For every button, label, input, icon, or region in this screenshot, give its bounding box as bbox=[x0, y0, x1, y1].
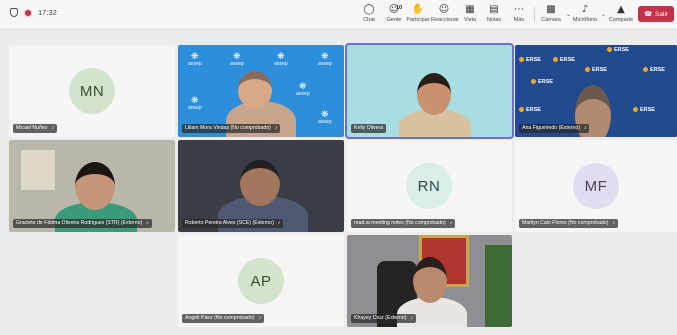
more-icon: ⋯ bbox=[514, 4, 524, 15]
participant-video-tile[interactable]: Khayey Cruz (Externo) ♪ bbox=[347, 235, 512, 327]
ansep-logo: ❋ ansep bbox=[188, 51, 202, 67]
people-icon: ☺ bbox=[388, 4, 400, 15]
participant-name: read.ai meeting notes (No comprobado) ♪ bbox=[351, 219, 456, 228]
avatar: AP bbox=[238, 258, 284, 304]
erse-logo: ERSE bbox=[607, 47, 629, 53]
erse-logo: ERSE bbox=[531, 79, 553, 85]
mic-off-icon: ♪ bbox=[146, 220, 149, 226]
notes-button[interactable]: ▤ Notas bbox=[481, 3, 507, 27]
raise-hand-button[interactable]: ✋ Participar bbox=[405, 3, 431, 27]
participant-tile[interactable]: RN read.ai meeting notes (No comprobado)… bbox=[347, 140, 512, 232]
participant-video-tile-active-speaker[interactable]: Kelly Olivera bbox=[345, 43, 514, 139]
participant-head bbox=[417, 73, 451, 115]
participant-video-tile[interactable]: ERSE ERSE ERSE ERSE ERSE ERSE ERSE ERSE … bbox=[515, 45, 677, 137]
erse-logo: ERSE bbox=[585, 67, 607, 73]
participant-name: Graciete de Fátima Oliveira Rodrigues (S… bbox=[13, 219, 152, 228]
people-count: 10 bbox=[396, 5, 403, 11]
meeting-status: 17:32 bbox=[10, 8, 57, 17]
meeting-timer: 17:32 bbox=[38, 8, 57, 17]
chat-button[interactable]: ◯ Chat bbox=[356, 3, 382, 27]
camera-button[interactable]: ▩ Cámara bbox=[538, 3, 564, 27]
ansep-logo: ❋ ansep bbox=[296, 81, 310, 97]
ansep-logo: ❋ ansep bbox=[188, 95, 202, 111]
mic-off-icon: ♪ bbox=[258, 315, 262, 321]
participant-name: Micael Nuñez ♪ bbox=[13, 124, 57, 133]
participant-video-tile[interactable]: Roberto Pereira Alves (SCE) (Externo) ♪ bbox=[178, 140, 344, 232]
participant-name: Angeli Páez (No comprobado) ♪ bbox=[182, 314, 264, 323]
share-icon: ▲ bbox=[617, 4, 625, 15]
participant-tile[interactable]: MN Micael Nuñez ♪ bbox=[9, 45, 175, 137]
participant-tile[interactable]: MF Marilyn Calo Flores (No comprobado) ♪ bbox=[515, 140, 677, 232]
participant-head bbox=[240, 160, 280, 206]
participant-head bbox=[75, 162, 115, 210]
toolbar-divider bbox=[534, 7, 535, 23]
mic-off-icon: ♪ bbox=[274, 125, 278, 131]
ansep-logo: ❋ ansep bbox=[318, 109, 332, 125]
avatar: MF bbox=[573, 163, 619, 209]
mic-off-icon: ♪ bbox=[583, 125, 587, 131]
notes-icon: ▤ bbox=[489, 4, 499, 15]
erse-logo: ERSE bbox=[643, 67, 665, 73]
erse-logo: ERSE bbox=[633, 107, 655, 113]
mic-off-icon: ♪ bbox=[51, 125, 54, 131]
view-button[interactable]: ▦ Vista bbox=[457, 3, 483, 27]
participant-name: Liliam Mora Vindas (No comprobado) ♪ bbox=[182, 124, 281, 133]
chat-icon: ◯ bbox=[363, 4, 375, 15]
ansep-logo: ❋ ansep bbox=[318, 51, 332, 67]
window-background bbox=[21, 150, 55, 190]
erse-logo: ERSE bbox=[553, 57, 575, 63]
teams-meeting-window: 17:32 ◯ Chat ☺ 10 Gente ✋ Participar ☺ R… bbox=[0, 0, 677, 335]
raise-hand-icon: ✋ bbox=[411, 4, 425, 15]
mic-off-icon: ♪ bbox=[612, 220, 616, 226]
participant-head bbox=[413, 257, 447, 303]
ansep-logo: ❋ ansep bbox=[274, 51, 288, 67]
camera-icon: ▩ bbox=[546, 4, 556, 15]
avatar: RN bbox=[406, 163, 452, 209]
record-icon bbox=[24, 8, 32, 17]
view-icon: ▦ bbox=[465, 4, 475, 15]
more-button[interactable]: ⋯ Más bbox=[506, 3, 532, 27]
chevron-down-icon[interactable]: ⌄ bbox=[601, 11, 606, 18]
mic-icon: ♪ bbox=[581, 4, 589, 15]
people-button[interactable]: ☺ 10 Gente bbox=[381, 3, 407, 27]
react-icon: ☺ bbox=[438, 4, 450, 15]
mic-button[interactable]: ♪ Micrófono bbox=[572, 3, 598, 27]
leave-button[interactable]: ☎ Salir bbox=[638, 6, 674, 22]
participant-name: Roberto Pereira Alves (SCE) (Externo) ♪ bbox=[182, 219, 284, 228]
plant-background bbox=[485, 245, 512, 327]
participant-name: Marilyn Calo Flores (No comprobado) ♪ bbox=[519, 219, 618, 228]
participant-head bbox=[238, 71, 272, 109]
shield-icon bbox=[10, 8, 18, 17]
meeting-toolbar: 17:32 ◯ Chat ☺ 10 Gente ✋ Participar ☺ R… bbox=[0, 0, 677, 30]
phone-icon: ☎ bbox=[643, 11, 653, 18]
chevron-down-icon[interactable]: ⌄ bbox=[566, 11, 571, 18]
participant-name: Khayey Cruz (Externo) ♪ bbox=[351, 314, 416, 323]
erse-logo: ERSE bbox=[519, 57, 541, 63]
participant-name: Ana Figueiredo (Externo) ♪ bbox=[519, 124, 590, 133]
mic-off-icon: ♪ bbox=[449, 220, 453, 226]
avatar: MN bbox=[69, 68, 115, 114]
participant-tile[interactable]: AP Angeli Páez (No comprobado) ♪ bbox=[178, 235, 344, 327]
ansep-logo: ❋ ansep bbox=[230, 51, 244, 67]
mic-off-icon: ♪ bbox=[277, 220, 281, 226]
mic-off-icon: ♪ bbox=[410, 315, 413, 321]
react-button[interactable]: ☺ Reaccionar bbox=[431, 3, 459, 27]
share-button[interactable]: ▲ Comparte bbox=[608, 3, 634, 27]
participant-video-tile[interactable]: Graciete de Fátima Oliveira Rodrigues (S… bbox=[9, 140, 175, 232]
participant-video-tile[interactable]: ❋ ansep ❋ ansep ❋ ansep ❋ ansep ❋ ansep ❋ anse… bbox=[178, 45, 344, 137]
participant-name: Kelly Olivera bbox=[351, 124, 387, 133]
erse-logo: ERSE bbox=[519, 107, 541, 113]
